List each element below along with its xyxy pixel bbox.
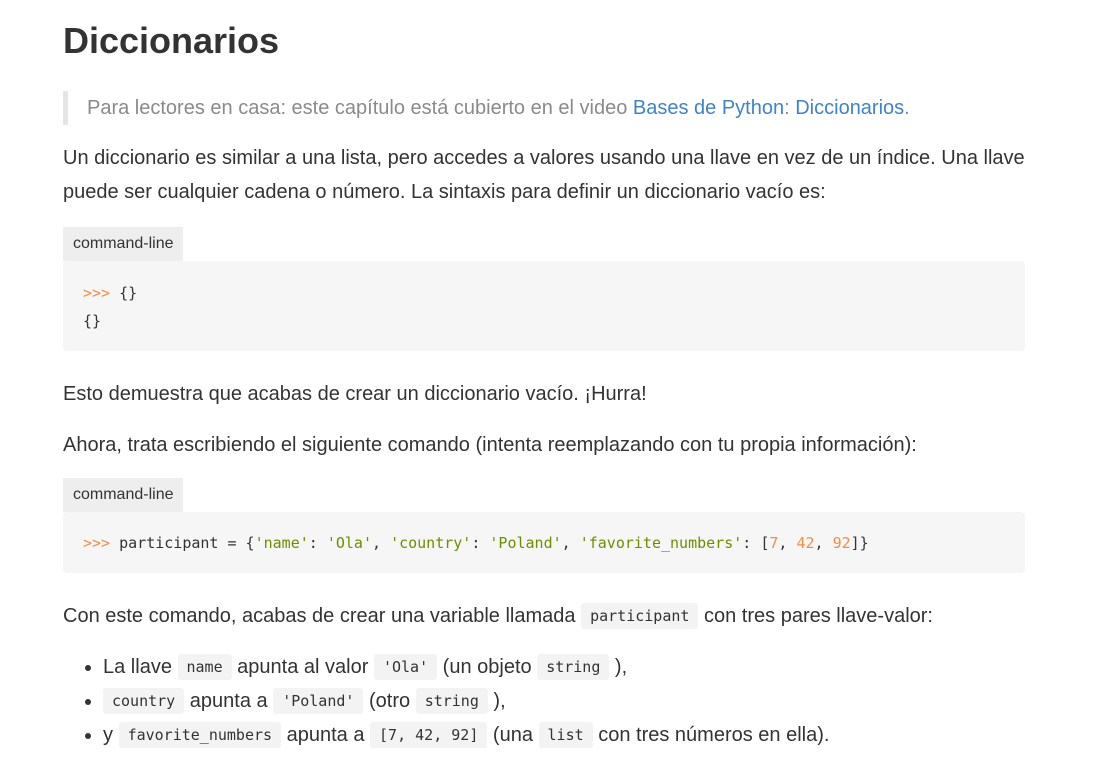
code-string: 'Ola'	[326, 534, 372, 552]
con-text-after: con tres pares llave-valor:	[698, 605, 933, 627]
list-text: (una	[487, 724, 539, 746]
note-separator: :	[784, 97, 796, 119]
note-text: Para lectores en casa: este capítulo est…	[87, 97, 633, 119]
inline-code: [7, 42, 92]	[370, 722, 488, 748]
list-item: country apunta a 'Poland' (otro string )…	[103, 684, 1025, 718]
con-paragraph: Con este comando, acabas de crear una va…	[63, 599, 1025, 633]
code-label: command-line	[63, 227, 184, 261]
list-text: apunta a	[184, 690, 274, 712]
inline-code: participant	[581, 603, 699, 629]
code-string: 'Poland'	[489, 534, 562, 552]
code-label-wrapper: command-line	[63, 227, 1025, 261]
code-string: 'country'	[390, 534, 472, 552]
code-prompt: >>>	[83, 534, 111, 552]
list-text: con tres números en ella).	[592, 724, 830, 746]
list-item: y favorite_numbers apunta a [7, 42, 92] …	[103, 718, 1025, 752]
list-text: apunta a	[281, 724, 371, 746]
code-string: 'favorite_numbers'	[579, 534, 743, 552]
inline-code: string	[537, 654, 610, 680]
code-number: 92	[832, 534, 851, 552]
code-text: participant = {	[110, 534, 255, 552]
code-output: {}	[83, 312, 102, 330]
code-block[interactable]: >>> {} {}	[63, 261, 1025, 351]
inline-code: name	[177, 654, 232, 680]
code-text: ,	[778, 534, 797, 552]
con-text-before: Con este comando, acabas de crear una va…	[63, 605, 582, 627]
list-text: y	[103, 724, 119, 746]
code-number: 42	[796, 534, 815, 552]
code-label-wrapper: command-line	[63, 478, 1025, 512]
code-text: :	[308, 534, 327, 552]
note-end: .	[904, 97, 910, 119]
list-text: La llave	[103, 656, 178, 678]
code-block[interactable]: >>> participant = {'name': 'Ola', 'count…	[63, 512, 1025, 573]
hurra-paragraph: Esto demuestra que acabas de crear un di…	[63, 383, 647, 405]
inline-code: string	[415, 688, 488, 714]
video-link-diccionarios[interactable]: Diccionarios	[795, 97, 904, 119]
list-text: (otro	[363, 690, 416, 712]
inline-code: country	[103, 688, 185, 714]
reader-note: Para lectores en casa: este capítulo est…	[63, 91, 1025, 125]
code-line: >>> {}	[83, 279, 1005, 307]
inline-code: favorite_numbers	[118, 722, 282, 748]
code-line: >>> participant = {'name': 'Ola', 'count…	[83, 529, 1005, 557]
code-text: ,	[561, 534, 580, 552]
inline-code: 'Ola'	[373, 654, 438, 680]
list-text: (un objeto	[437, 656, 538, 678]
inline-code: 'Poland'	[273, 688, 364, 714]
intro-paragraph: Un diccionario es similar a una lista, p…	[63, 147, 1025, 203]
list-text: apunta al valor	[231, 656, 374, 678]
page-title: Diccionarios	[63, 20, 280, 61]
list-text: ),	[487, 690, 506, 712]
list-text: ),	[609, 656, 628, 678]
code-text: :	[471, 534, 490, 552]
ahora-paragraph: Ahora, trata escribiendo el siguiente co…	[63, 434, 917, 456]
inline-code: list	[538, 722, 593, 748]
code-text: : [	[742, 534, 770, 552]
code-input: {}	[110, 284, 138, 302]
code-text: ,	[814, 534, 833, 552]
code-label: command-line	[63, 478, 184, 512]
video-link-bases[interactable]: Bases de Python	[633, 97, 784, 119]
bullet-list: La llave name apunta al valor 'Ola' (un …	[63, 650, 1025, 752]
code-text: ]}	[850, 534, 869, 552]
code-string: 'name'	[254, 534, 309, 552]
code-text: ,	[372, 534, 391, 552]
list-item: La llave name apunta al valor 'Ola' (un …	[103, 650, 1025, 684]
code-prompt: >>>	[83, 284, 111, 302]
page-content: Diccionarios Para lectores en casa: este…	[0, 0, 1111, 752]
